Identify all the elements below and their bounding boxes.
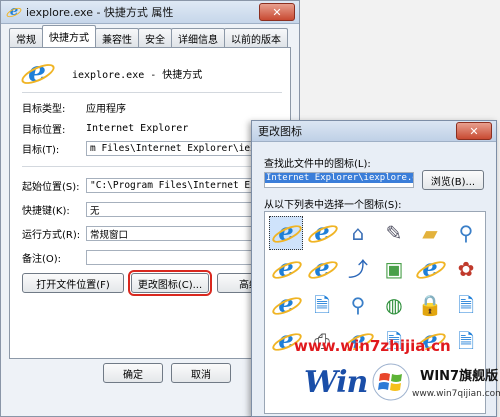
comment-label: 备注(O): — [22, 254, 62, 265]
watermark-logo: Win WIN7旗舰版 www.win7qijian.com — [300, 355, 500, 413]
target-location-label: 目标位置: — [22, 125, 66, 136]
picture-icon: ▣ — [384, 257, 404, 281]
icon-option[interactable]: e — [269, 216, 305, 250]
ok-button[interactable]: 确定 — [103, 363, 163, 383]
ie-shortcut-icon: e — [18, 58, 58, 88]
ie-icon: e — [269, 220, 305, 247]
ie-icon: e — [305, 256, 341, 283]
icon-option[interactable]: ▣ — [377, 252, 411, 286]
target-type-label: 目标类型: — [22, 104, 66, 115]
icon-option[interactable]: 🗎 — [449, 288, 483, 322]
icon-file-path-input[interactable]: Internet Explorer\iexplore.exe — [264, 172, 414, 188]
icon-option[interactable]: ⚲ — [341, 288, 375, 322]
shortcut-panel: e iexplore.exe - 快捷方式 目标类型: 应用程序 目标位置: I… — [9, 47, 291, 359]
change-icon-titlebar[interactable]: 更改图标 ✕ — [252, 121, 496, 142]
start-in-label: 起始位置(S): — [22, 182, 80, 193]
tab-security[interactable]: 安全 — [138, 28, 172, 47]
ie-icon: e — [413, 256, 449, 283]
icon-option[interactable]: ▰ — [413, 216, 447, 250]
icon-option[interactable]: e — [269, 252, 305, 286]
ie-icon: e — [269, 292, 305, 319]
change-icon-button[interactable]: 更改图标(C)... — [128, 270, 212, 296]
tab-details[interactable]: 详细信息 — [171, 28, 225, 47]
properties-title: iexplore.exe - 快捷方式 属性 — [26, 6, 174, 19]
house-icon: ⌂ — [351, 221, 365, 245]
globe-icon: ◍ — [385, 293, 403, 317]
target-type-value: 应用程序 — [86, 104, 126, 115]
icon-option[interactable]: ⚲ — [449, 216, 483, 250]
ie-color-icon: ✿ — [457, 257, 475, 281]
tab-shortcut[interactable]: 快捷方式 — [42, 25, 96, 47]
icon-file-path-value: Internet Explorer\iexplore.exe — [265, 173, 413, 183]
icon-option[interactable]: ✿ — [449, 252, 483, 286]
icon-option[interactable]: e — [269, 288, 305, 322]
tab-general[interactable]: 常规 — [9, 28, 43, 47]
change-icon-close-button[interactable]: ✕ — [456, 122, 492, 140]
icon-option[interactable]: ◍ — [377, 288, 411, 322]
select-icon-label: 从以下列表中选择一个图标(S): — [264, 200, 402, 211]
icon-option[interactable]: ⤴ — [341, 252, 375, 286]
tab-previous-versions[interactable]: 以前的版本 — [224, 28, 288, 47]
run-select-value: 常规窗口 — [90, 229, 129, 241]
ie-page-icon: 🗎 — [457, 329, 475, 353]
tab-compatibility[interactable]: 兼容性 — [95, 28, 139, 47]
icon-option[interactable]: 🗎 — [305, 288, 339, 322]
shortcut-name: iexplore.exe - 快捷方式 — [72, 69, 203, 81]
shortcut-key-label: 快捷键(K): — [22, 206, 70, 217]
notepad-icon: ✎ — [385, 221, 403, 245]
browse-button[interactable]: 浏览(B)... — [422, 170, 484, 190]
cancel-button[interactable]: 取消 — [171, 363, 231, 383]
icon-option[interactable]: ⌂ — [341, 216, 375, 250]
target-location-value: Internet Explorer — [86, 123, 189, 134]
shortcut-icon: ⤴ — [348, 257, 368, 281]
icon-option[interactable]: 🗎 — [449, 324, 483, 358]
icon-option[interactable]: 🔒 — [413, 288, 447, 322]
divider — [22, 166, 282, 167]
watermark-url: www.win7zhijia.cn — [294, 337, 451, 355]
icon-option[interactable]: e — [413, 252, 449, 286]
watermark-brand: WIN7旗舰版 — [420, 369, 499, 384]
open-file-location-button[interactable]: 打开文件位置(F) — [22, 273, 124, 293]
magnifier-icon: ⚲ — [458, 221, 474, 245]
ie-icon: e — [305, 220, 341, 247]
ie-page-icon: 🗎 — [313, 293, 331, 317]
properties-titlebar[interactable]: e iexplore.exe - 快捷方式 属性 ✕ — [1, 1, 299, 24]
ie-title-icon: e — [5, 5, 23, 20]
ie-icon: e — [269, 256, 305, 283]
icon-option[interactable]: e — [305, 252, 341, 286]
find-icons-label: 查找此文件中的图标(L): — [264, 159, 371, 170]
lock-icon: 🔒 — [417, 293, 443, 317]
watermark-brand-url: www.win7qijian.com — [412, 389, 500, 399]
ie-page-icon: 🗎 — [457, 293, 475, 317]
icon-option[interactable]: ✎ — [377, 216, 411, 250]
run-label: 运行方式(R): — [22, 230, 81, 241]
divider — [22, 92, 282, 93]
watermark-win-word: Win — [304, 365, 368, 400]
properties-close-button[interactable]: ✕ — [259, 3, 295, 21]
magnifier-icon: ⚲ — [350, 293, 366, 317]
target-label: 目标(T): — [22, 145, 60, 156]
folder-icon: ▰ — [422, 221, 438, 245]
windows-flag-icon — [372, 363, 410, 401]
properties-tabs: 常规 快捷方式 兼容性 安全 详细信息 以前的版本 — [9, 25, 288, 47]
change-icon-title: 更改图标 — [258, 125, 302, 138]
icon-option[interactable]: e — [305, 216, 341, 250]
